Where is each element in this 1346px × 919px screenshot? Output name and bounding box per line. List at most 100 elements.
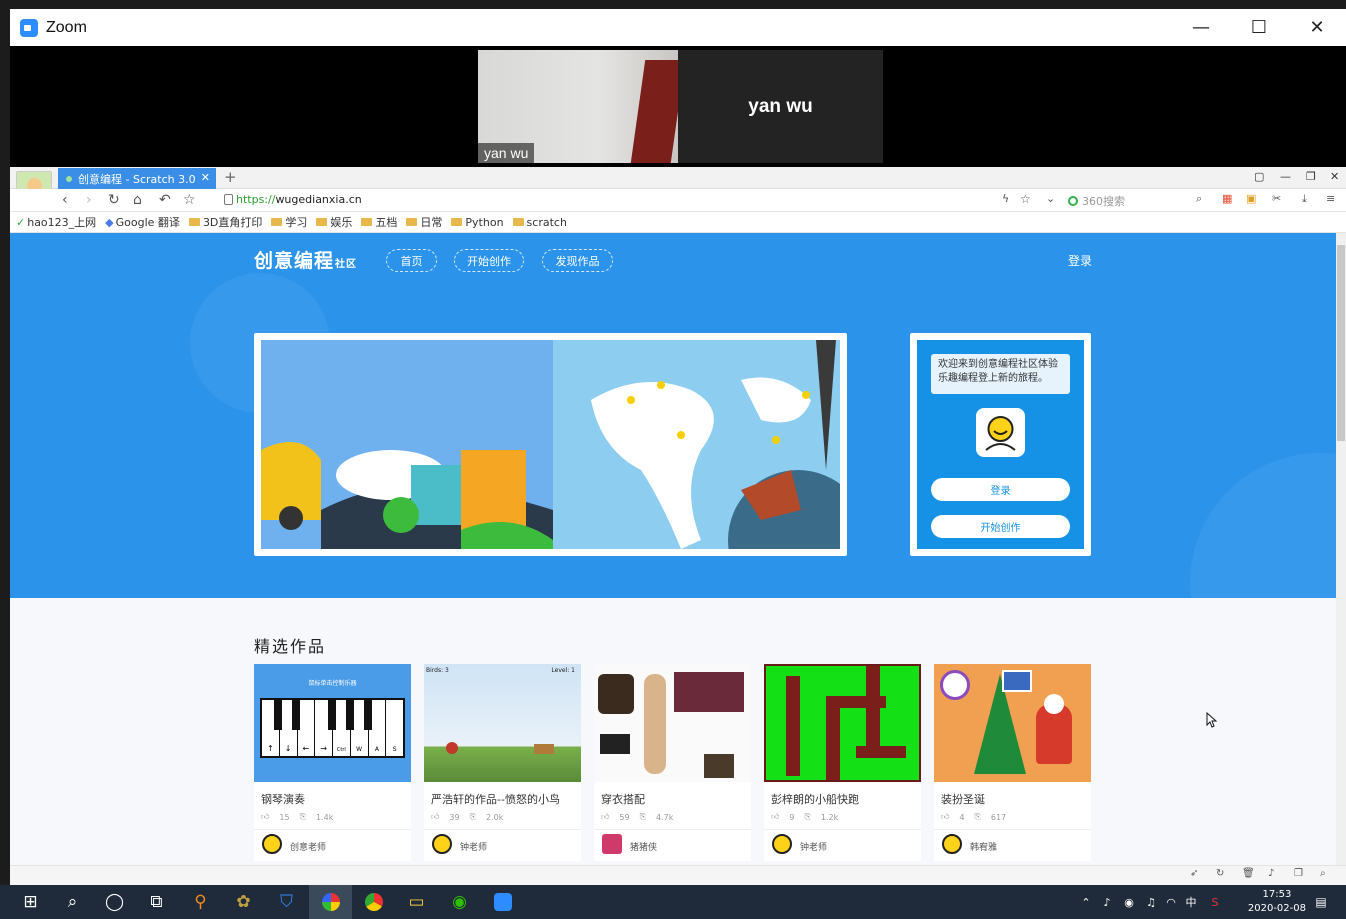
cortana-icon[interactable]: ◯ [93, 885, 136, 919]
login-link[interactable]: 登录 [1068, 252, 1092, 269]
browser-tab[interactable]: 创意编程 - Scratch 3.0 ✕ [58, 168, 216, 189]
nav-home[interactable]: 首页 [386, 249, 437, 272]
task-view-icon[interactable]: ⧉ [135, 885, 178, 919]
project-thumbnail[interactable] [764, 664, 921, 782]
author-avatar[interactable] [602, 834, 622, 854]
wechat-tray-icon[interactable]: ◉ [1118, 885, 1140, 919]
antivirus-icon[interactable]: S [1204, 885, 1226, 919]
author-name[interactable]: 创意老师 [290, 840, 326, 853]
shirt-icon[interactable]: ▢ [1254, 170, 1264, 183]
project-card[interactable]: 穿衣搭配 👍︎ 59 ⎘ 4.7k 猪猪侠 [594, 664, 751, 861]
welcome-create-button[interactable]: 开始创作 [931, 515, 1070, 538]
project-thumbnail[interactable] [594, 664, 751, 782]
search-app-icon[interactable]: ⚲ [179, 885, 222, 919]
extension-icon[interactable]: ▣ [1246, 192, 1256, 205]
author-avatar[interactable] [942, 834, 962, 854]
window-icon[interactable]: ❐ [1294, 868, 1303, 879]
bookmark-folder[interactable]: 3D直角打印 [188, 214, 262, 230]
project-card[interactable]: Birds: 3 Level: 1 严浩轩的作品--愤怒的小鸟 👍︎ 39 ⎘ 2.… [424, 664, 581, 861]
search-input[interactable]: 360搜索 [1068, 192, 1208, 209]
project-title[interactable]: 严浩轩的作品--愤怒的小鸟 [431, 791, 560, 807]
author-avatar[interactable] [262, 834, 282, 854]
participant-video-tile[interactable]: yan wu [478, 50, 678, 163]
system-clock[interactable]: 17:53 2020-02-08 [1248, 888, 1306, 916]
shield-app-icon[interactable]: ⛉ [265, 885, 308, 919]
volume-icon[interactable]: ♫ [1140, 885, 1162, 919]
bookmark-item[interactable]: ◆ Google 翻译 [105, 214, 180, 230]
undo-icon[interactable]: ↶ [159, 192, 171, 208]
tray-chevron-icon[interactable]: ⌃ [1074, 885, 1098, 919]
bookmark-folder[interactable]: 学习 [271, 214, 307, 230]
bookmark-star-icon[interactable]: ☆ [1020, 192, 1031, 206]
bookmark-folder[interactable]: scratch [512, 216, 567, 229]
search-icon[interactable]: ⌕ [1196, 192, 1202, 206]
scissors-icon[interactable]: ✂ [1272, 192, 1281, 205]
project-card[interactable]: 装扮圣诞 👍︎ 4 ⎘ 617 韩宥雅 [934, 664, 1091, 861]
refresh-icon[interactable]: ↻ [108, 192, 120, 208]
notification-icon[interactable]: ▤ [1306, 885, 1336, 919]
apps-icon[interactable]: ▦ [1222, 192, 1232, 205]
project-title[interactable]: 穿衣搭配 [601, 791, 645, 807]
wechat-icon[interactable]: ◉ [438, 885, 481, 919]
scratch-app-icon[interactable]: ✿ [222, 885, 265, 919]
microphone-icon[interactable]: ♪ [1096, 885, 1118, 919]
zoom-app-icon[interactable] [481, 885, 524, 919]
url-field[interactable]: https://wugedianxia.cn [236, 193, 362, 206]
flash-icon[interactable]: ϟ [1002, 192, 1009, 205]
minimize-button[interactable]: — [1280, 170, 1291, 183]
bookmark-folder[interactable]: 娱乐 [316, 214, 352, 230]
download-icon[interactable]: ⤓ [1302, 192, 1307, 206]
minimize-button[interactable]: — [1172, 9, 1230, 46]
360-browser-icon[interactable] [309, 885, 352, 919]
new-tab-button[interactable]: + [224, 168, 237, 186]
welcome-login-button[interactable]: 登录 [931, 478, 1070, 501]
scrollbar-thumb[interactable] [1337, 245, 1345, 441]
file-explorer-icon[interactable]: ▭ [395, 885, 438, 919]
close-button[interactable]: ✕ [1330, 170, 1339, 183]
site-logo[interactable]: 创意编程社区 [254, 246, 357, 273]
chrome-icon[interactable] [352, 885, 395, 919]
restore-button[interactable]: ❐ [1306, 170, 1316, 183]
participant-name-tile[interactable]: yan wu [678, 50, 883, 163]
sound-icon[interactable]: ♪ [1268, 868, 1274, 879]
bookmark-folder[interactable]: 五档 [361, 214, 397, 230]
author-name[interactable]: 钟老师 [800, 840, 827, 853]
wifi-icon[interactable]: ◠ [1160, 885, 1182, 919]
ime-indicator[interactable]: 中 [1180, 885, 1202, 919]
refresh-small-icon[interactable]: ↻ [1216, 868, 1224, 879]
nav-discover[interactable]: 发现作品 [542, 249, 613, 272]
project-thumbnail[interactable]: Birds: 3 Level: 1 [424, 664, 581, 782]
back-icon[interactable]: ‹ [62, 192, 68, 208]
home-icon[interactable]: ⌂ [133, 192, 142, 208]
project-title[interactable]: 彭梓朗的小船快跑 [771, 791, 859, 807]
start-icon[interactable]: ⊞ [9, 885, 52, 919]
nav-create[interactable]: 开始创作 [454, 249, 524, 272]
carousel-banner[interactable] [254, 333, 847, 556]
search-icon[interactable]: ⌕ [51, 885, 94, 919]
project-title[interactable]: 钢琴演奏 [261, 791, 305, 807]
favorite-star-icon[interactable]: ☆ [183, 192, 196, 208]
project-thumbnail[interactable]: 鼠标单击控制乐器 ↑ ↓ ← → Ctrl W A S [254, 664, 411, 782]
bookmark-folder[interactable]: 日常 [406, 214, 442, 230]
author-name[interactable]: 猪猪侠 [630, 840, 657, 853]
bookmark-folder[interactable]: Python [451, 216, 504, 229]
chevron-down-icon[interactable]: ⌄ [1046, 192, 1055, 205]
project-card[interactable]: 彭梓朗的小船快跑 👍︎ 9 ⎘ 1.2k 钟老师 [764, 664, 921, 861]
maximize-button[interactable]: ☐ [1230, 9, 1288, 46]
like-icon: 👍︎ [261, 812, 270, 821]
rocket-icon[interactable]: ➶ [1190, 868, 1198, 879]
project-title[interactable]: 装扮圣诞 [941, 791, 985, 807]
bookmark-item[interactable]: ✓ hao123_上网 [16, 214, 96, 230]
author-name[interactable]: 钟老师 [460, 840, 487, 853]
close-button[interactable]: ✕ [1288, 9, 1346, 46]
close-tab-icon[interactable]: ✕ [201, 171, 210, 184]
project-card[interactable]: 鼠标单击控制乐器 ↑ ↓ ← → Ctrl W A S 钢琴演奏 👍︎ 15 ⎘… [254, 664, 411, 861]
project-thumbnail[interactable] [934, 664, 1091, 782]
trash-icon[interactable]: 🗑︎ [1242, 868, 1255, 879]
author-name[interactable]: 韩宥雅 [970, 840, 997, 853]
author-avatar[interactable] [772, 834, 792, 854]
zoom-icon[interactable]: ⌕ [1320, 868, 1326, 879]
menu-icon[interactable]: ≡ [1326, 192, 1335, 205]
forward-icon[interactable]: › [86, 192, 92, 208]
author-avatar[interactable] [432, 834, 452, 854]
